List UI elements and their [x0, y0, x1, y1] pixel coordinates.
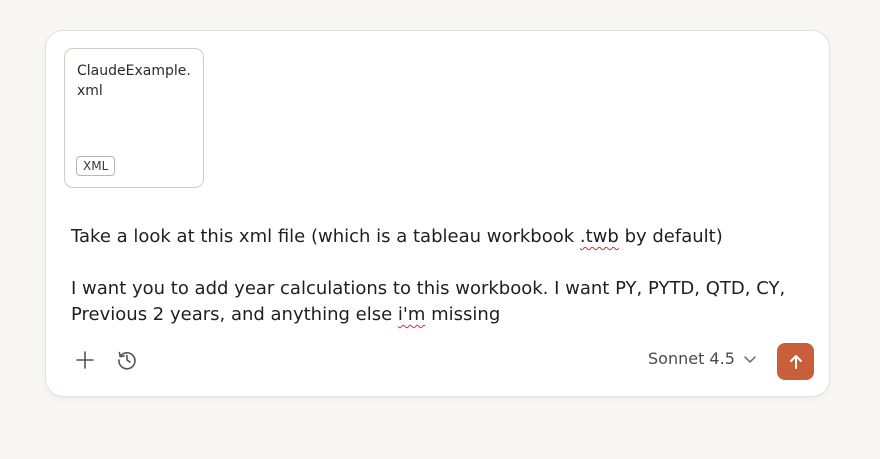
add-attachment-button[interactable] — [71, 346, 99, 374]
send-button[interactable] — [777, 343, 814, 380]
message-text: missing — [425, 304, 501, 325]
plus-icon — [76, 351, 94, 369]
message-input[interactable]: Take a look at this xml file (which is a… — [71, 224, 811, 328]
arrow-up-icon — [789, 354, 802, 369]
spellcheck-flag: .twb — [579, 226, 619, 247]
model-selector[interactable]: Sonnet 4.5 — [648, 349, 757, 368]
message-text: Take a look at this xml file (which is a… — [71, 226, 580, 247]
clock-history-icon — [118, 351, 136, 370]
composer-toolbar — [71, 346, 141, 374]
chevron-down-icon — [744, 355, 756, 363]
message-text: by default) — [618, 226, 723, 247]
history-button[interactable] — [113, 346, 141, 374]
message-line-2: I want you to add year calculations to t… — [71, 276, 811, 328]
model-name: Sonnet 4.5 — [648, 349, 735, 368]
attachment-type-badge: XML — [76, 156, 116, 176]
file-attachment-card[interactable]: ClaudeExample.xml XML — [64, 48, 204, 188]
message-line-1: Take a look at this xml file (which is a… — [71, 224, 811, 250]
spellcheck-flag: i'm — [397, 304, 426, 325]
message-composer: ClaudeExample.xml XML Take a look at thi… — [45, 30, 830, 397]
attachment-filename: ClaudeExample.xml — [77, 63, 191, 99]
